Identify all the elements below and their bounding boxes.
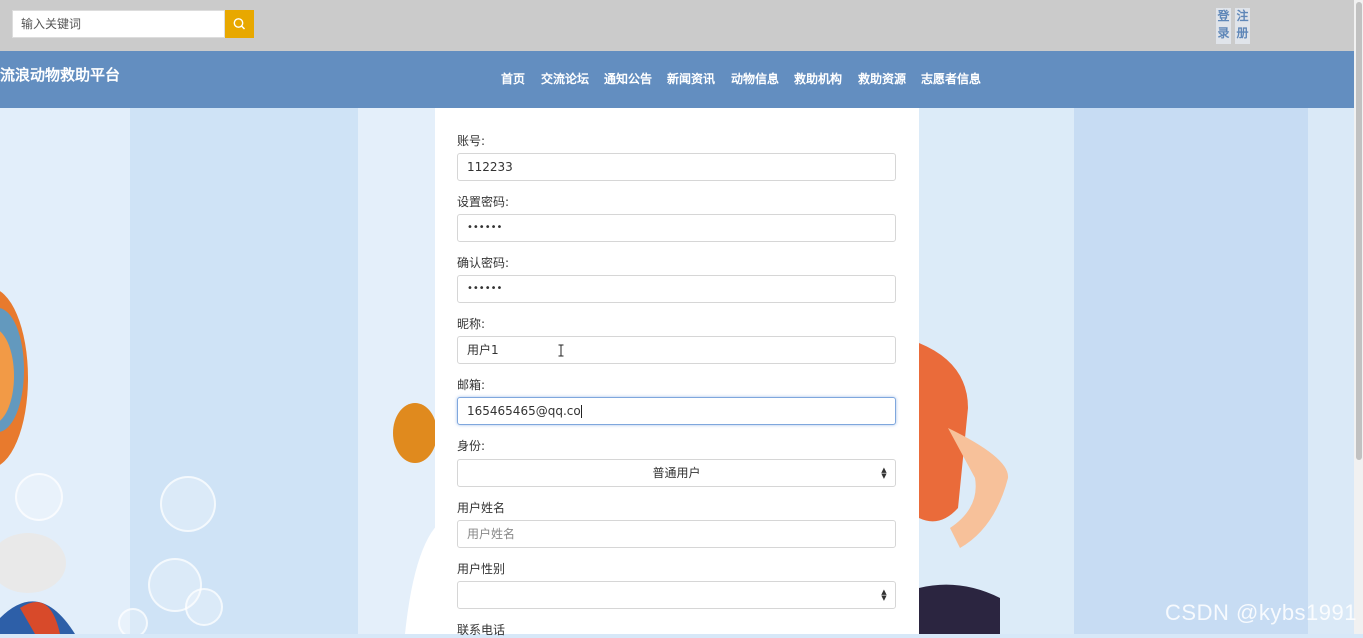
nav-item-volunteers[interactable]: 志愿者信息 [921,70,981,87]
nav-item-rescue-resources[interactable]: 救助资源 [858,70,906,87]
register-form: 账号: 112233 设置密码: •••••• 确认密码: •••••• 昵称:… [435,108,919,637]
realname-placeholder: 用户姓名 [467,527,516,541]
password-field[interactable]: •••••• [457,214,896,242]
account-label: 账号: [457,134,486,148]
realname-field[interactable]: 用户姓名 [457,520,896,548]
nav-item-notices[interactable]: 通知公告 [604,70,652,87]
password-label: 设置密码: [457,195,510,209]
login-link[interactable]: 登录 [1216,8,1231,44]
nav-item-animals[interactable]: 动物信息 [731,70,779,87]
updown-caret-icon: ▲ ▼ [881,466,887,480]
email-value: 165465465@qq.co [467,404,581,418]
email-label: 邮箱: [457,378,486,392]
nickname-label: 昵称: [457,317,486,331]
updown-caret-icon: ▲ ▼ [881,588,887,602]
realname-label: 用户姓名 [457,501,506,515]
role-select[interactable]: 普通用户 ▲ ▼ [457,459,896,487]
nav-item-news[interactable]: 新闻资讯 [667,70,715,87]
text-caret [580,405,582,418]
nav-item-home[interactable]: 首页 [501,70,525,87]
gender-select[interactable]: ▲ ▼ [457,581,896,609]
register-link[interactable]: 注册 [1235,8,1250,44]
gender-label: 用户性别 [457,562,506,576]
scrollbar-thumb[interactable] [1356,2,1362,460]
nickname-field[interactable]: 用户1 [457,336,896,364]
phone-label: 联系电话 [457,623,506,637]
role-label: 身份: [457,439,486,453]
top-bar: 登录 注册 [0,0,1363,51]
search-icon [233,18,246,30]
confirm-password-field[interactable]: •••••• [457,275,896,303]
watermark: CSDN @kybs1991 [1165,600,1357,625]
account-field[interactable]: 112233 [457,153,896,181]
email-field[interactable]: 165465465@qq.co [457,397,896,425]
site-title[interactable]: 流浪动物救助平台 [0,64,120,85]
role-value: 普通用户 [652,466,701,480]
nickname-value: 用户1 [467,343,499,357]
search-input[interactable] [12,10,225,38]
main-navbar: 流浪动物救助平台 首页 交流论坛 通知公告 新闻资讯 动物信息 救助机构 救助资… [0,51,1363,108]
search-button[interactable] [225,10,254,38]
nav-item-forum[interactable]: 交流论坛 [541,70,589,87]
confirm-password-label: 确认密码: [457,256,510,270]
nav-item-rescue-orgs[interactable]: 救助机构 [794,70,842,87]
ibeam-cursor-icon [558,344,564,357]
